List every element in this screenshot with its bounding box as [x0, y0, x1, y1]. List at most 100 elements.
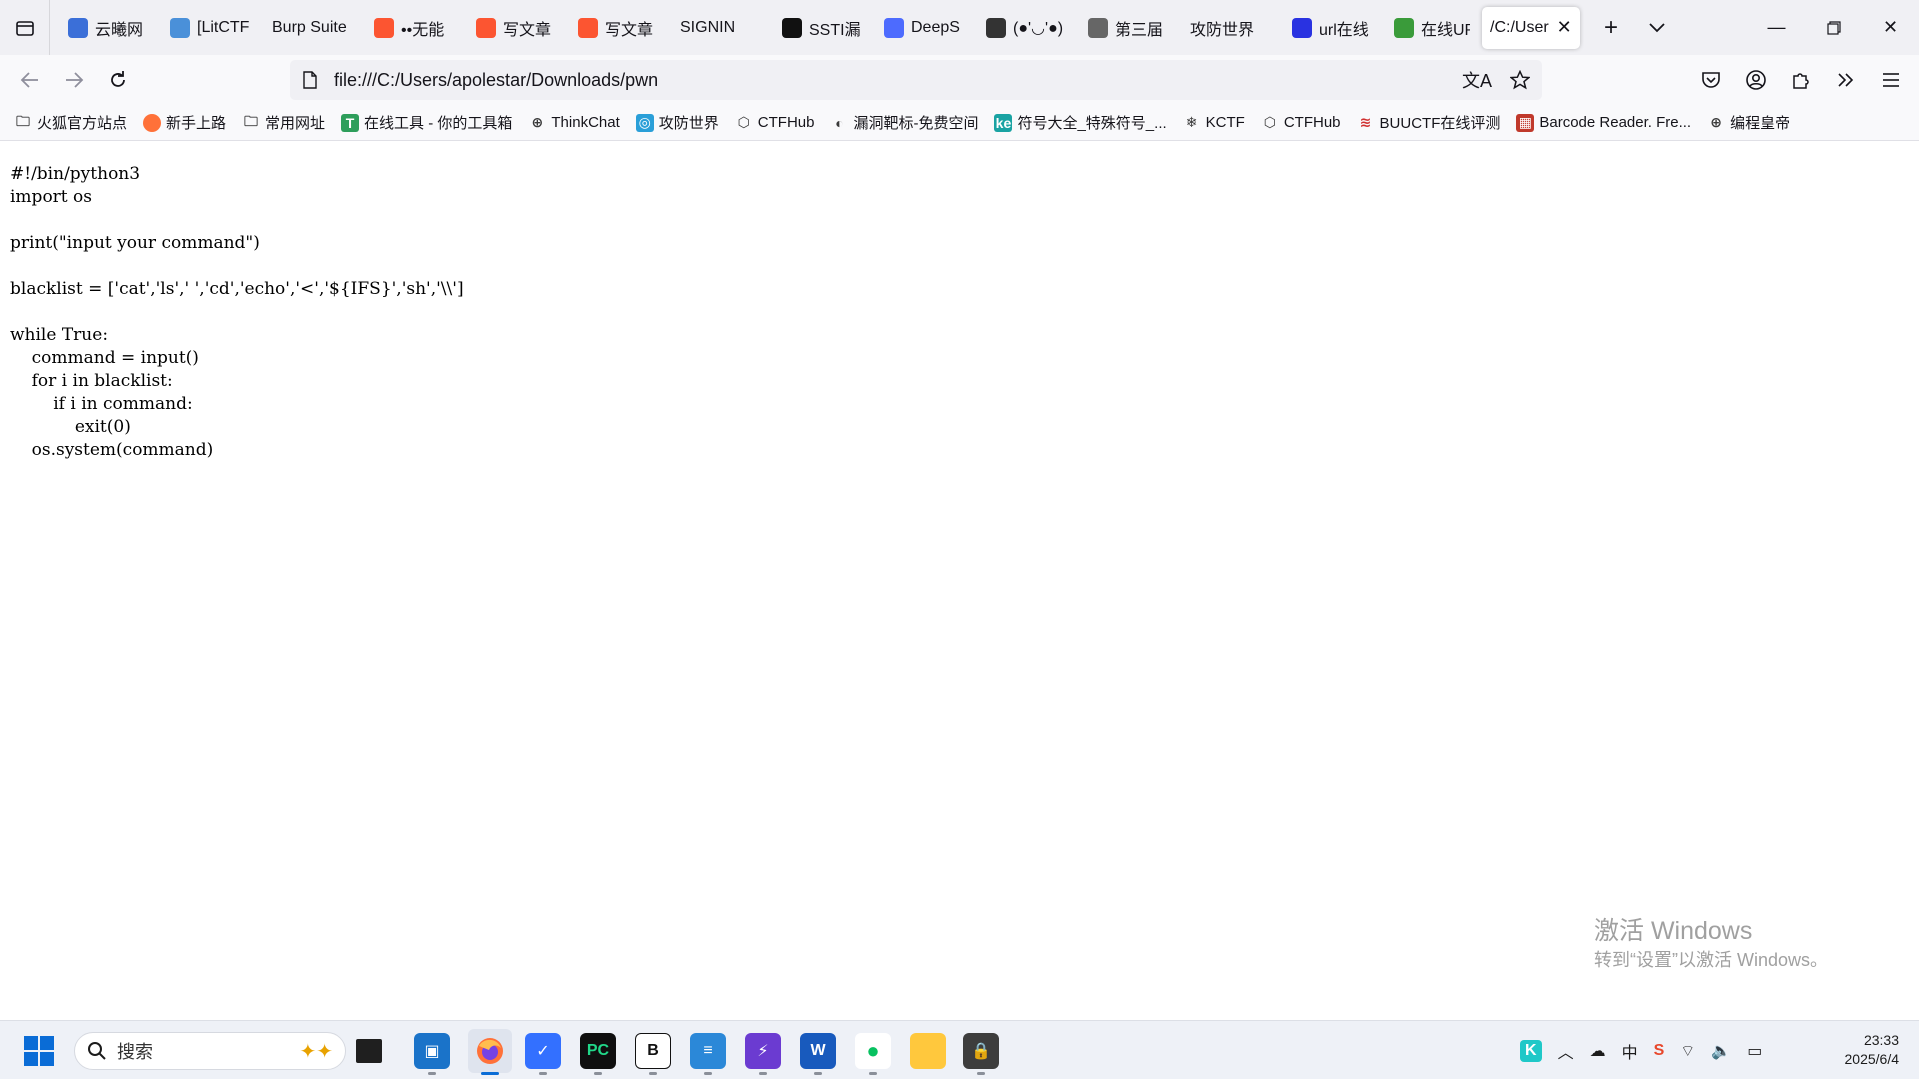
utility-app[interactable]: 🔒 [963, 1033, 999, 1069]
menu-button[interactable] [1868, 60, 1913, 100]
tab-8[interactable]: DeepS [876, 7, 978, 49]
tab-12[interactable]: url在线 [1284, 7, 1386, 49]
bookmark-7[interactable]: ◐ 漏洞靶标-免费空间 [830, 112, 978, 133]
tab-4[interactable]: 写文章 [468, 7, 570, 49]
clock[interactable]: 23:33 2025/6/4 [1845, 1031, 1900, 1069]
bookmark-10[interactable]: ⬡ CTFHub [1261, 114, 1341, 132]
tab-0[interactable]: 云曦网 [60, 7, 162, 49]
remote-desktop-app[interactable]: ▣ [414, 1033, 450, 1069]
bookmark-label: 攻防世界 [658, 115, 719, 132]
tab-3[interactable]: ••无能 [366, 7, 468, 49]
minimize-button[interactable]: — [1748, 0, 1805, 55]
watermark-line1: 激活 Windows [1594, 917, 1753, 945]
bookmark-star-icon[interactable] [1510, 70, 1530, 90]
bookmark-1[interactable]: 新手上路 [143, 112, 226, 133]
firefox-app[interactable] [468, 1029, 512, 1073]
snowflake-icon: ❄ [1185, 114, 1198, 130]
close-window-button[interactable]: ✕ [1862, 0, 1919, 55]
bookmark-label: 新手上路 [166, 115, 227, 132]
taskbar-search[interactable]: 搜索 ✦✦ [74, 1032, 346, 1070]
restore-button[interactable] [1805, 0, 1862, 55]
bookmark-6[interactable]: ⬡ CTFHub [735, 114, 815, 132]
word-app[interactable]: W [800, 1033, 836, 1069]
bookmark-label: 常用网址 [265, 115, 326, 132]
minimize-icon: — [1767, 17, 1786, 37]
extensions-button[interactable] [1778, 60, 1823, 100]
firefox-icon [477, 1038, 503, 1064]
tab-overflow-button[interactable] [1634, 0, 1680, 55]
litctf-icon [170, 17, 190, 38]
bookmark-4[interactable]: ⊕ ThinkChat [528, 114, 620, 132]
tab-label: 在线UR [1421, 21, 1470, 39]
sogou-icon[interactable]: S [1654, 1042, 1665, 1060]
pycharm-app[interactable]: PC [580, 1033, 616, 1069]
burp-app[interactable]: B [635, 1033, 671, 1069]
bookmark-label: 火狐官方站点 [37, 115, 128, 132]
tab-9[interactable]: (●'◡'●) [978, 7, 1080, 49]
bookmark-label: Barcode Reader. Fre... [1539, 114, 1692, 131]
visual-studio-app[interactable]: ⚡ [745, 1033, 781, 1069]
tab-11[interactable]: 攻防世界 [1182, 7, 1284, 49]
tab-1[interactable]: [LitCTF [162, 7, 264, 49]
new-tab-button[interactable]: + [1588, 0, 1634, 55]
clock-date: 2025/6/4 [1844, 1051, 1900, 1067]
url-text[interactable]: file:///C:/Users/apolestar/Downloads/pwn [334, 70, 658, 91]
bookmark-12[interactable]: ▦ Barcode Reader. Fre... [1516, 113, 1692, 132]
active-tab[interactable]: /C:/User ✕ [1482, 6, 1580, 49]
chevron-up-icon[interactable]: ︿ [1558, 1039, 1574, 1063]
back-button[interactable] [8, 60, 52, 100]
tab-13[interactable]: 在线UR [1386, 7, 1478, 49]
volume-muted-icon[interactable]: 🔈 [1711, 1041, 1731, 1061]
list-all-tabs-button[interactable] [0, 0, 50, 55]
copilot-sparkle-icon: ✦✦ [299, 1041, 333, 1063]
file-explorer-app[interactable] [910, 1033, 946, 1069]
bookmark-0[interactable]: 🗀 火狐官方站点 [14, 112, 127, 133]
forward-button[interactable] [52, 60, 96, 100]
bookmark-2[interactable]: 🗀 常用网址 [242, 112, 325, 133]
account-button[interactable] [1733, 60, 1778, 100]
watermark-line2: 转到“设置”以激活 Windows。 [1594, 950, 1829, 970]
tab-label: 写文章 [605, 21, 654, 39]
bookmark-8[interactable]: ke 符号大全_特殊符号_... [994, 112, 1167, 133]
bookmark-label: 在线工具 - 你的工具箱 [364, 115, 513, 132]
bookmark-11[interactable]: ≋ BUUCTF在线评测 [1357, 112, 1501, 133]
task-view-button[interactable] [356, 1039, 382, 1063]
tab-10[interactable]: 第三届 [1080, 7, 1182, 49]
reload-button[interactable] [96, 60, 140, 100]
battery-icon[interactable]: ▭ [1747, 1041, 1762, 1061]
tab-2[interactable]: Burp Suite [264, 7, 366, 49]
wechat-app[interactable]: ● [855, 1033, 891, 1069]
k-app-tray-icon[interactable]: K [1520, 1039, 1542, 1062]
tab-5[interactable]: 写文章 [570, 7, 672, 49]
tab-label: DeepS [911, 18, 960, 36]
pocket-button[interactable] [1688, 60, 1733, 100]
tab-label: 写文章 [503, 21, 552, 39]
globe-icon: ⊕ [531, 114, 544, 130]
bookmark-3[interactable]: T 在线工具 - 你的工具箱 [341, 112, 512, 133]
tab-label: SSTI漏 [809, 21, 861, 39]
feishu-app[interactable]: ✓ [525, 1033, 561, 1069]
ime-indicator[interactable]: 中 [1622, 1039, 1638, 1063]
active-tab-label: /C:/User [1490, 18, 1549, 36]
frog-icon [1394, 17, 1414, 38]
source-code-text: #!/bin/python3 import os print("input yo… [10, 164, 464, 460]
address-bar[interactable]: file:///C:/Users/apolestar/Downloads/pwn… [290, 60, 1542, 100]
more-tools-button[interactable] [1823, 60, 1868, 100]
notepad-app[interactable]: ≡ [690, 1033, 726, 1069]
bookmark-5[interactable]: ◎ 攻防世界 [635, 112, 719, 133]
bookmark-label: BUUCTF在线评测 [1379, 115, 1501, 132]
navigation-toolbar: file:///C:/Users/apolestar/Downloads/pwn… [0, 55, 1919, 105]
onedrive-icon[interactable]: ☁ [1590, 1041, 1606, 1061]
search-icon [88, 1042, 106, 1060]
tab-label: 第三届 [1115, 21, 1164, 39]
k-icon [782, 17, 802, 38]
tab-7[interactable]: SSTI漏 [774, 7, 876, 49]
bookmark-13[interactable]: ⊕ 编程皇帝 [1707, 112, 1790, 133]
windows-activation-watermark: 激活 Windows 转到“设置”以激活 Windows。 [1594, 916, 1828, 972]
wifi-icon[interactable]: ⌔ [1680, 1041, 1695, 1061]
close-tab-icon[interactable]: ✕ [1557, 17, 1572, 38]
translate-icon[interactable]: 文A [1462, 67, 1492, 93]
start-button[interactable] [24, 1036, 54, 1066]
tab-6[interactable]: SIGNIN [672, 7, 774, 49]
bookmark-9[interactable]: ❄ KCTF [1183, 114, 1245, 132]
